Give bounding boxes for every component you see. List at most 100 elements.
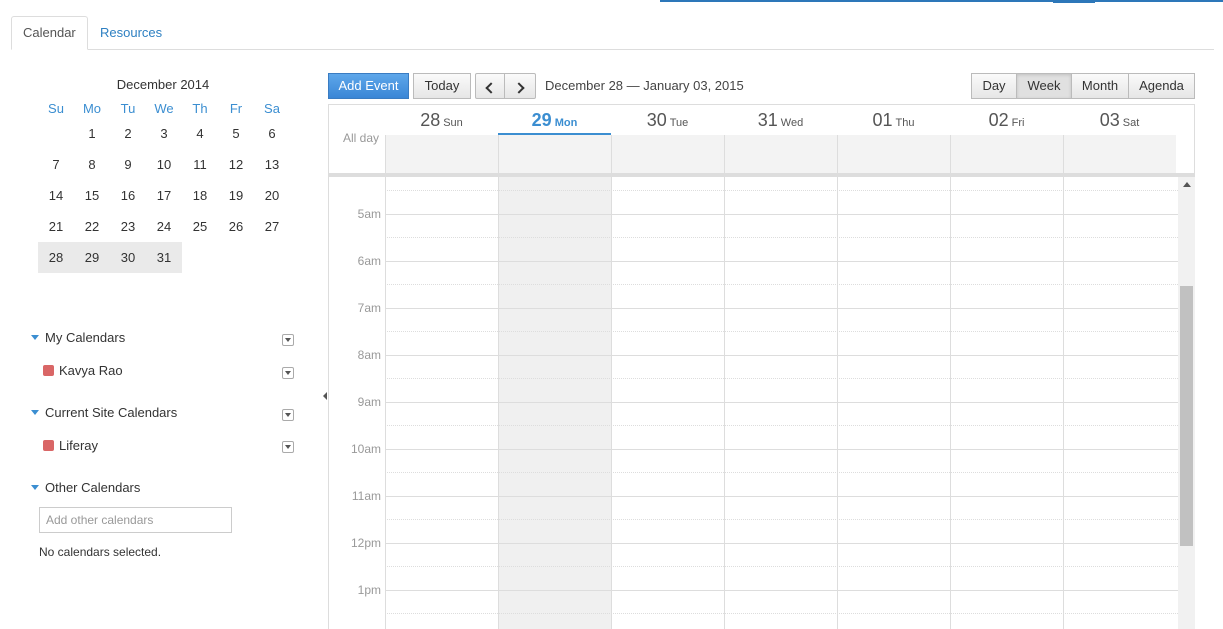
hour-line (385, 590, 1178, 591)
all-day-cell[interactable] (1063, 135, 1176, 173)
hour-label: 9am (357, 395, 381, 409)
mini-calendar-day[interactable]: 13 (254, 149, 290, 180)
mini-calendar-day[interactable]: 17 (146, 180, 182, 211)
all-day-cell[interactable] (950, 135, 1063, 173)
all-day-cell[interactable] (385, 135, 498, 173)
day-column[interactable] (611, 177, 724, 629)
empty-day-cell (218, 242, 254, 273)
mini-calendar-day[interactable]: 8 (74, 149, 110, 180)
day-column[interactable] (498, 177, 611, 629)
day-number: 31 (757, 110, 778, 130)
day-header[interactable]: 02 Fri (950, 105, 1063, 135)
date-range-label: December 28 — January 03, 2015 (545, 78, 744, 93)
my-calendars-header[interactable]: My Calendars (31, 330, 125, 345)
mini-calendar-day[interactable]: 28 (38, 242, 74, 273)
mini-calendar-day[interactable]: 25 (182, 211, 218, 242)
mini-calendar-day[interactable]: 16 (110, 180, 146, 211)
all-day-cell[interactable] (498, 135, 611, 173)
tab-resources[interactable]: Resources (88, 16, 174, 50)
mini-calendar-day[interactable]: 5 (218, 118, 254, 149)
all-day-cell[interactable] (837, 135, 950, 173)
calendar-item-menu-icon[interactable] (282, 367, 294, 379)
hour-label: 12pm (350, 536, 381, 550)
day-header[interactable]: 29 Mon (498, 105, 611, 135)
weekday-header: We (154, 101, 174, 116)
day-column[interactable] (1063, 177, 1176, 629)
day-header[interactable]: 30 Tue (611, 105, 724, 135)
caret-down-icon (31, 335, 39, 341)
mini-calendar-day[interactable]: 30 (110, 242, 146, 273)
calendar-item-kavya-rao[interactable]: Kavya Rao (43, 363, 123, 378)
mini-calendar-day[interactable]: 12 (218, 149, 254, 180)
view-agenda-button[interactable]: Agenda (1128, 73, 1195, 99)
scrollbar-thumb[interactable] (1180, 286, 1193, 546)
hour-label: 10am (350, 442, 381, 456)
mini-calendar-day[interactable]: 2 (110, 118, 146, 149)
hour-line (385, 355, 1178, 356)
other-calendars-label: Other Calendars (45, 480, 141, 495)
day-header[interactable]: 28 Sun (385, 105, 498, 135)
view-week-button[interactable]: Week (1016, 73, 1072, 99)
mini-calendar-day[interactable]: 20 (254, 180, 290, 211)
scroll-up-icon[interactable] (1183, 182, 1191, 187)
mini-calendar-day[interactable]: 31 (146, 242, 182, 273)
hours-area[interactable]: 4am5am6am7am8am9am10am11am12pm1pm (329, 177, 1178, 629)
mini-calendar-day[interactable]: 27 (254, 211, 290, 242)
calendar-color-swatch (43, 365, 54, 377)
day-name: Fri (1011, 117, 1025, 129)
mini-calendar-day[interactable]: 22 (74, 211, 110, 242)
mini-calendar-day[interactable]: 6 (254, 118, 290, 149)
next-button[interactable] (505, 73, 536, 99)
mini-calendar-day[interactable]: 29 (74, 242, 110, 273)
add-event-button[interactable]: Add Event (328, 73, 409, 99)
today-button[interactable]: Today (413, 73, 471, 99)
view-switcher: Day Week Month Agenda (971, 73, 1195, 99)
mini-calendar-day[interactable]: 7 (38, 149, 74, 180)
mini-calendar-day[interactable]: 3 (146, 118, 182, 149)
mini-calendar-day[interactable]: 18 (182, 180, 218, 211)
mini-calendar-day[interactable]: 11 (182, 149, 218, 180)
mini-calendar-day[interactable]: 21 (38, 211, 74, 242)
mini-calendar-day[interactable]: 24 (146, 211, 182, 242)
hour-label: 6am (357, 254, 381, 268)
day-name: Tue (669, 117, 689, 129)
half-hour-line (385, 237, 1178, 238)
all-day-cell[interactable] (611, 135, 724, 173)
weekday-header: Sa (264, 101, 280, 116)
empty-day-cell (182, 242, 218, 273)
empty-day-cell (38, 118, 74, 149)
all-day-cell[interactable] (724, 135, 837, 173)
mini-calendar-day[interactable]: 10 (146, 149, 182, 180)
calendar-item-liferay[interactable]: Liferay (43, 438, 98, 453)
day-header[interactable]: 03 Sat (1063, 105, 1176, 135)
mini-calendar-day[interactable]: 1 (74, 118, 110, 149)
my-calendars-menu-icon[interactable] (282, 334, 294, 346)
previous-button[interactable] (475, 73, 505, 99)
site-calendars-header[interactable]: Current Site Calendars (31, 405, 177, 420)
mini-calendar-day[interactable]: 14 (38, 180, 74, 211)
day-column[interactable] (837, 177, 950, 629)
collapse-sidebar-icon[interactable] (323, 392, 327, 400)
site-calendars-menu-icon[interactable] (282, 409, 294, 421)
mini-calendar-day[interactable]: 4 (182, 118, 218, 149)
view-day-button[interactable]: Day (971, 73, 1017, 99)
mini-calendar-day[interactable]: 9 (110, 149, 146, 180)
hour-line (385, 402, 1178, 403)
day-column[interactable] (950, 177, 1063, 629)
view-month-button[interactable]: Month (1071, 73, 1129, 99)
day-column[interactable] (724, 177, 837, 629)
day-header[interactable]: 01 Thu (837, 105, 950, 135)
mini-calendar-day[interactable]: 19 (218, 180, 254, 211)
tab-calendar[interactable]: Calendar (11, 16, 88, 50)
mini-calendar: December 2014 Su Mo Tu We Th Fr Sa 1 2 3 4 5 6 7 8 9 10 1… (38, 76, 290, 273)
day-header[interactable]: 31 Wed (724, 105, 837, 135)
mini-calendar-day[interactable]: 15 (74, 180, 110, 211)
calendar-item-menu-icon[interactable] (282, 441, 294, 453)
other-calendars-header[interactable]: Other Calendars (31, 480, 140, 495)
day-column[interactable] (385, 177, 498, 629)
hour-label: 5am (357, 207, 381, 221)
mini-calendar-day[interactable]: 23 (110, 211, 146, 242)
add-other-calendars-input[interactable] (39, 507, 232, 533)
mini-calendar-day[interactable]: 26 (218, 211, 254, 242)
mini-calendar-week: 123456 (38, 118, 290, 149)
